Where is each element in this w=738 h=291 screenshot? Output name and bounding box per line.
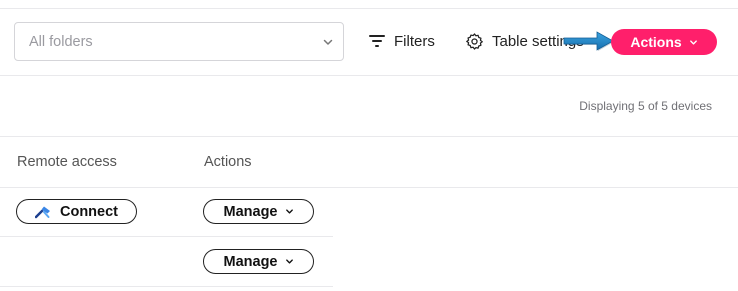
column-header-remote-access: Remote access — [17, 154, 117, 170]
folder-select[interactable]: All folders — [14, 22, 344, 61]
remote-connect-icon — [35, 206, 50, 218]
top-divider — [0, 8, 738, 9]
chevron-down-icon — [285, 209, 293, 214]
connect-button[interactable]: Connect — [16, 199, 137, 224]
folder-select-value: All folders — [29, 34, 93, 50]
header-bottom-divider — [0, 187, 738, 188]
manage-label: Manage — [223, 203, 278, 220]
manage-label: Manage — [223, 253, 278, 270]
chevron-down-icon — [689, 39, 697, 45]
filter-lines-icon — [369, 35, 385, 47]
row-divider — [0, 236, 333, 237]
toolbar-divider — [0, 75, 738, 76]
actions-label: Actions — [630, 34, 682, 50]
filters-button[interactable]: Filters — [368, 28, 435, 54]
row-divider — [0, 286, 333, 287]
chevron-down-icon — [323, 39, 333, 45]
gear-icon — [466, 32, 483, 50]
chevron-down-icon — [285, 259, 293, 264]
manage-button[interactable]: Manage — [203, 199, 314, 224]
manage-button[interactable]: Manage — [203, 249, 314, 274]
column-header-actions: Actions — [204, 154, 252, 170]
device-count-text: Displaying 5 of 5 devices — [579, 99, 712, 113]
connect-label: Connect — [60, 203, 118, 220]
filters-label: Filters — [394, 32, 435, 50]
header-top-divider — [0, 136, 738, 137]
actions-button[interactable]: Actions — [611, 29, 717, 55]
